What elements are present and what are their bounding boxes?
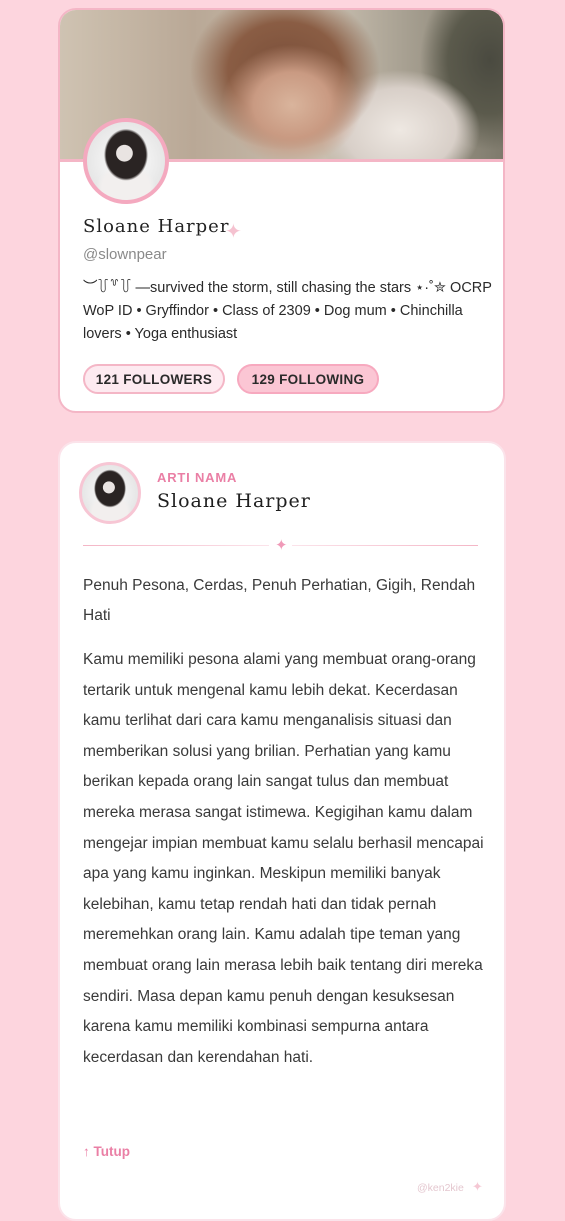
name-meaning-card: ARTI NAMA Sloane Harper ✦ Penuh Pesona, … <box>58 441 506 1221</box>
profile-name: Sloane Harper <box>83 216 230 237</box>
section-label: ARTI NAMA <box>157 470 238 485</box>
sparkle-watermark-icon: ✦ <box>472 1179 483 1194</box>
watermark: @ken2kie <box>417 1182 464 1194</box>
divider-line-right <box>292 545 478 546</box>
divider-line-left <box>83 545 269 546</box>
profile-bio: ︶꒦꒷꒦ —survived the storm, still chasing … <box>83 280 492 342</box>
name-traits: Penuh Pesona, Cerdas, Penuh Perhatian, G… <box>83 577 476 624</box>
sparkle-icon: ✦ <box>225 221 242 243</box>
name-description: Kamu memiliki pesona alami yang membuat … <box>83 651 484 1066</box>
profile-card: Sloane Harper ✦ @slownpear ︶꒦꒷꒦ —survive… <box>58 8 505 413</box>
followers-button[interactable]: 121 FOLLOWERS <box>83 364 225 394</box>
close-button[interactable]: ↑ Tutup <box>83 1144 130 1159</box>
meaning-name: Sloane Harper <box>157 490 311 512</box>
profile-avatar[interactable] <box>83 118 169 204</box>
sparkle-divider-icon: ✦ <box>275 537 288 554</box>
following-button[interactable]: 129 FOLLOWING <box>237 364 379 394</box>
profile-handle: @slownpear <box>83 246 167 263</box>
meaning-avatar <box>79 462 141 524</box>
